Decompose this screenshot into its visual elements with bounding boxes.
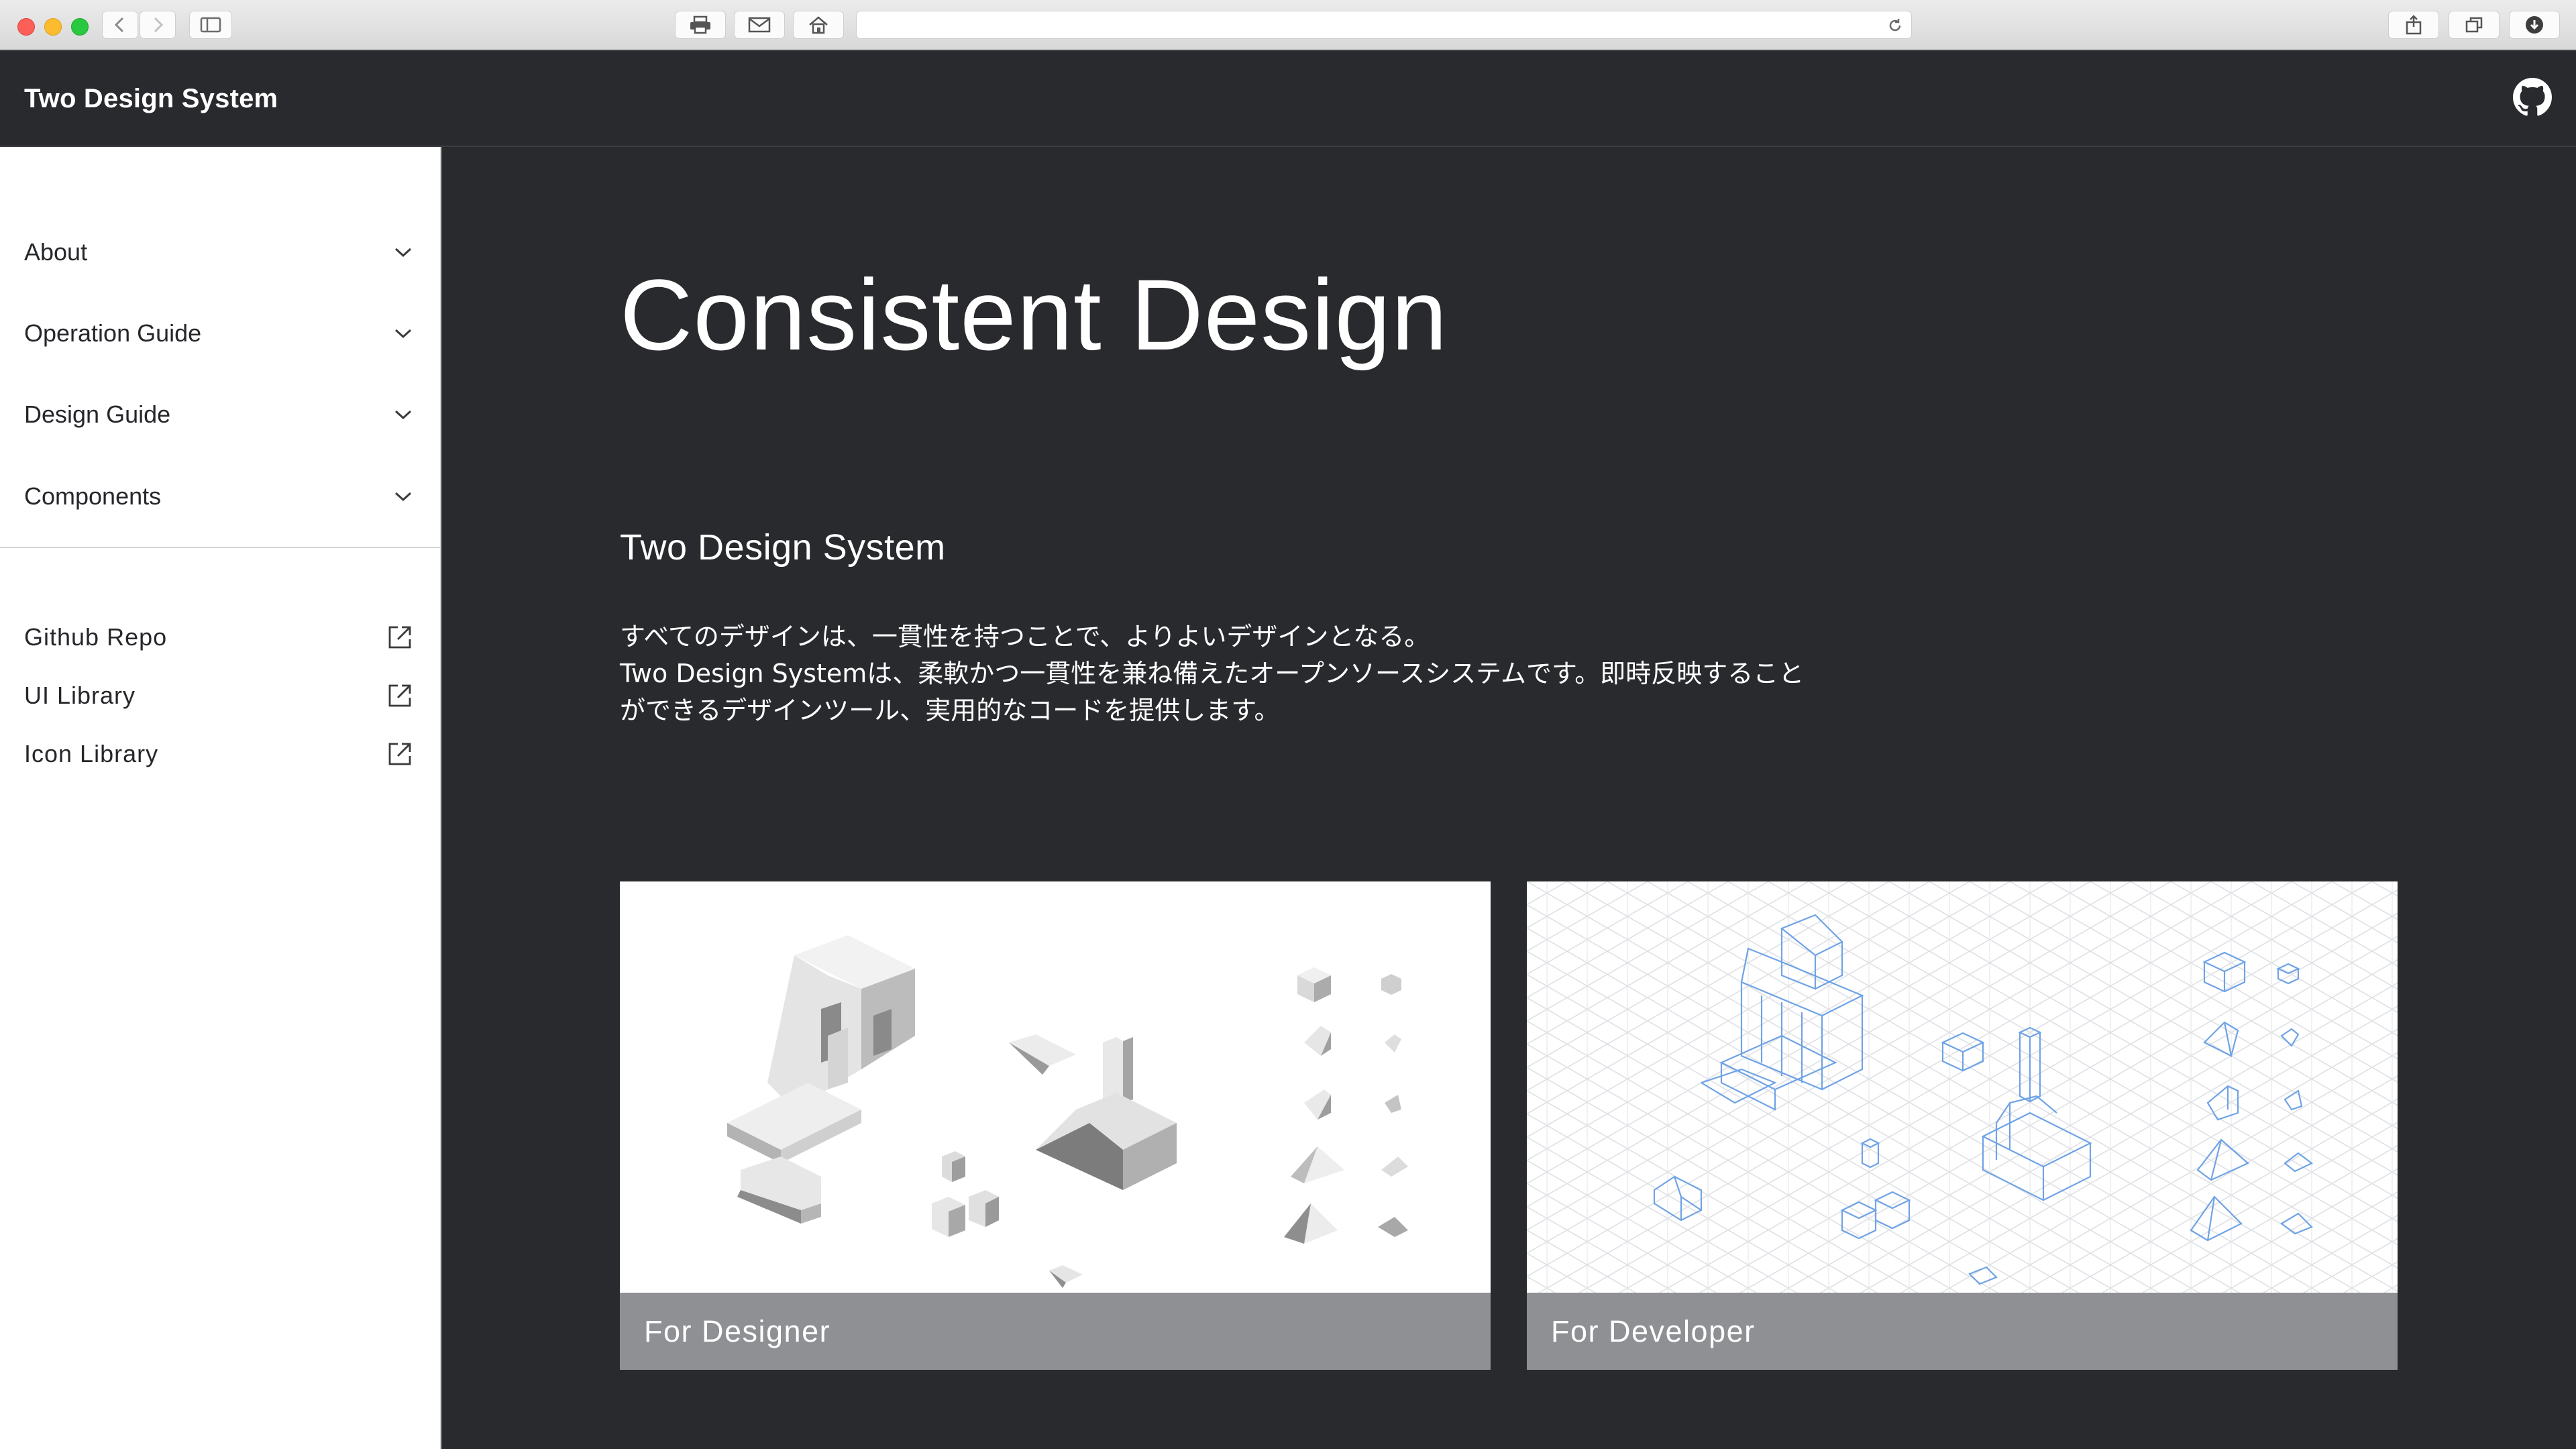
back-icon: [114, 17, 124, 33]
sidebar: About Operation Guide Design Guide Compo…: [0, 147, 441, 1449]
home-button[interactable]: [793, 11, 844, 39]
share-icon: [2406, 15, 2422, 35]
share-button[interactable]: [2388, 11, 2439, 39]
description-line: ができるデザインツール、実用的なコードを提供します。: [620, 696, 1280, 725]
card-label-text: For Developer: [1551, 1313, 1756, 1348]
app-header: Two Design System: [0, 50, 2576, 147]
browser-toolbar: [0, 0, 2576, 50]
brand-logo[interactable]: Two Design System: [24, 80, 278, 117]
mail-icon: [748, 17, 771, 33]
developer-card[interactable]: For Developer: [1527, 881, 2398, 1370]
description: すべてのデザインは、一貫性を持つことで、よりよいデザインとなる。 Two Des…: [620, 619, 1962, 729]
chevron-down-icon: [394, 410, 412, 420]
description-line: すべてのデザインは、一貫性を持つことで、よりよいデザインとなる。: [620, 622, 1430, 651]
home-icon: [809, 16, 828, 34]
description-line: Two Design Systemは、柔軟かつ一貫性を兼ね備えたオープンソースシ…: [620, 659, 1805, 688]
nav-item-label: Operation Guide: [24, 319, 202, 347]
link-label: UI Library: [24, 682, 136, 709]
mail-button[interactable]: [734, 11, 785, 39]
github-icon[interactable]: [2513, 78, 2552, 117]
sidebar-divider: [0, 547, 440, 548]
external-link-icon: [388, 684, 411, 707]
section-subtitle: Two Design System: [620, 527, 946, 568]
card-label-text: For Designer: [644, 1313, 831, 1348]
designer-card[interactable]: For Designer: [620, 881, 1491, 1370]
forward-icon: [154, 17, 164, 33]
close-window-button[interactable]: [17, 18, 35, 36]
external-link-icon: [388, 743, 411, 765]
minimize-window-button[interactable]: [44, 18, 62, 36]
link-github-repo[interactable]: Github Repo: [24, 615, 413, 659]
forward-button[interactable]: [140, 11, 176, 39]
designer-illustration: [727, 935, 1408, 1288]
chevron-down-icon: [394, 492, 412, 502]
link-ui-library[interactable]: UI Library: [24, 674, 413, 718]
designer-card-label: For Designer: [620, 1293, 1491, 1370]
developer-illustration: [1527, 881, 2398, 1293]
link-label: Github Repo: [24, 623, 168, 651]
tabs-icon: [2465, 17, 2483, 33]
developer-card-label: For Developer: [1527, 1293, 2398, 1370]
link-label: Icon Library: [24, 740, 159, 767]
nav-item-label: Design Guide: [24, 400, 171, 428]
chevron-down-icon: [394, 329, 412, 339]
main-content: Consistent Design Two Design System すべての…: [441, 147, 2576, 1449]
address-bar[interactable]: [856, 11, 1912, 39]
page-title: Consistent Design: [620, 258, 1448, 371]
nav-item-label: Components: [24, 482, 162, 510]
nav-item-design-guide[interactable]: Design Guide: [24, 390, 413, 439]
download-icon: [2526, 16, 2543, 34]
nav-item-components[interactable]: Components: [24, 472, 413, 521]
nav-item-about[interactable]: About: [24, 228, 413, 276]
nav-item-label: About: [24, 238, 88, 266]
sidebar-toggle-button[interactable]: [189, 11, 232, 39]
back-button[interactable]: [102, 11, 138, 39]
external-link-icon: [388, 626, 411, 649]
chevron-down-icon: [394, 248, 412, 258]
zoom-window-button[interactable]: [71, 18, 89, 36]
sidebar-icon: [200, 17, 221, 33]
link-icon-library[interactable]: Icon Library: [24, 732, 413, 776]
nav-item-operation-guide[interactable]: Operation Guide: [24, 309, 413, 358]
tabs-button[interactable]: [2449, 11, 2500, 39]
print-button[interactable]: [675, 11, 726, 39]
reload-icon[interactable]: [1887, 17, 1903, 34]
print-icon: [690, 15, 710, 34]
download-button[interactable]: [2509, 11, 2560, 39]
